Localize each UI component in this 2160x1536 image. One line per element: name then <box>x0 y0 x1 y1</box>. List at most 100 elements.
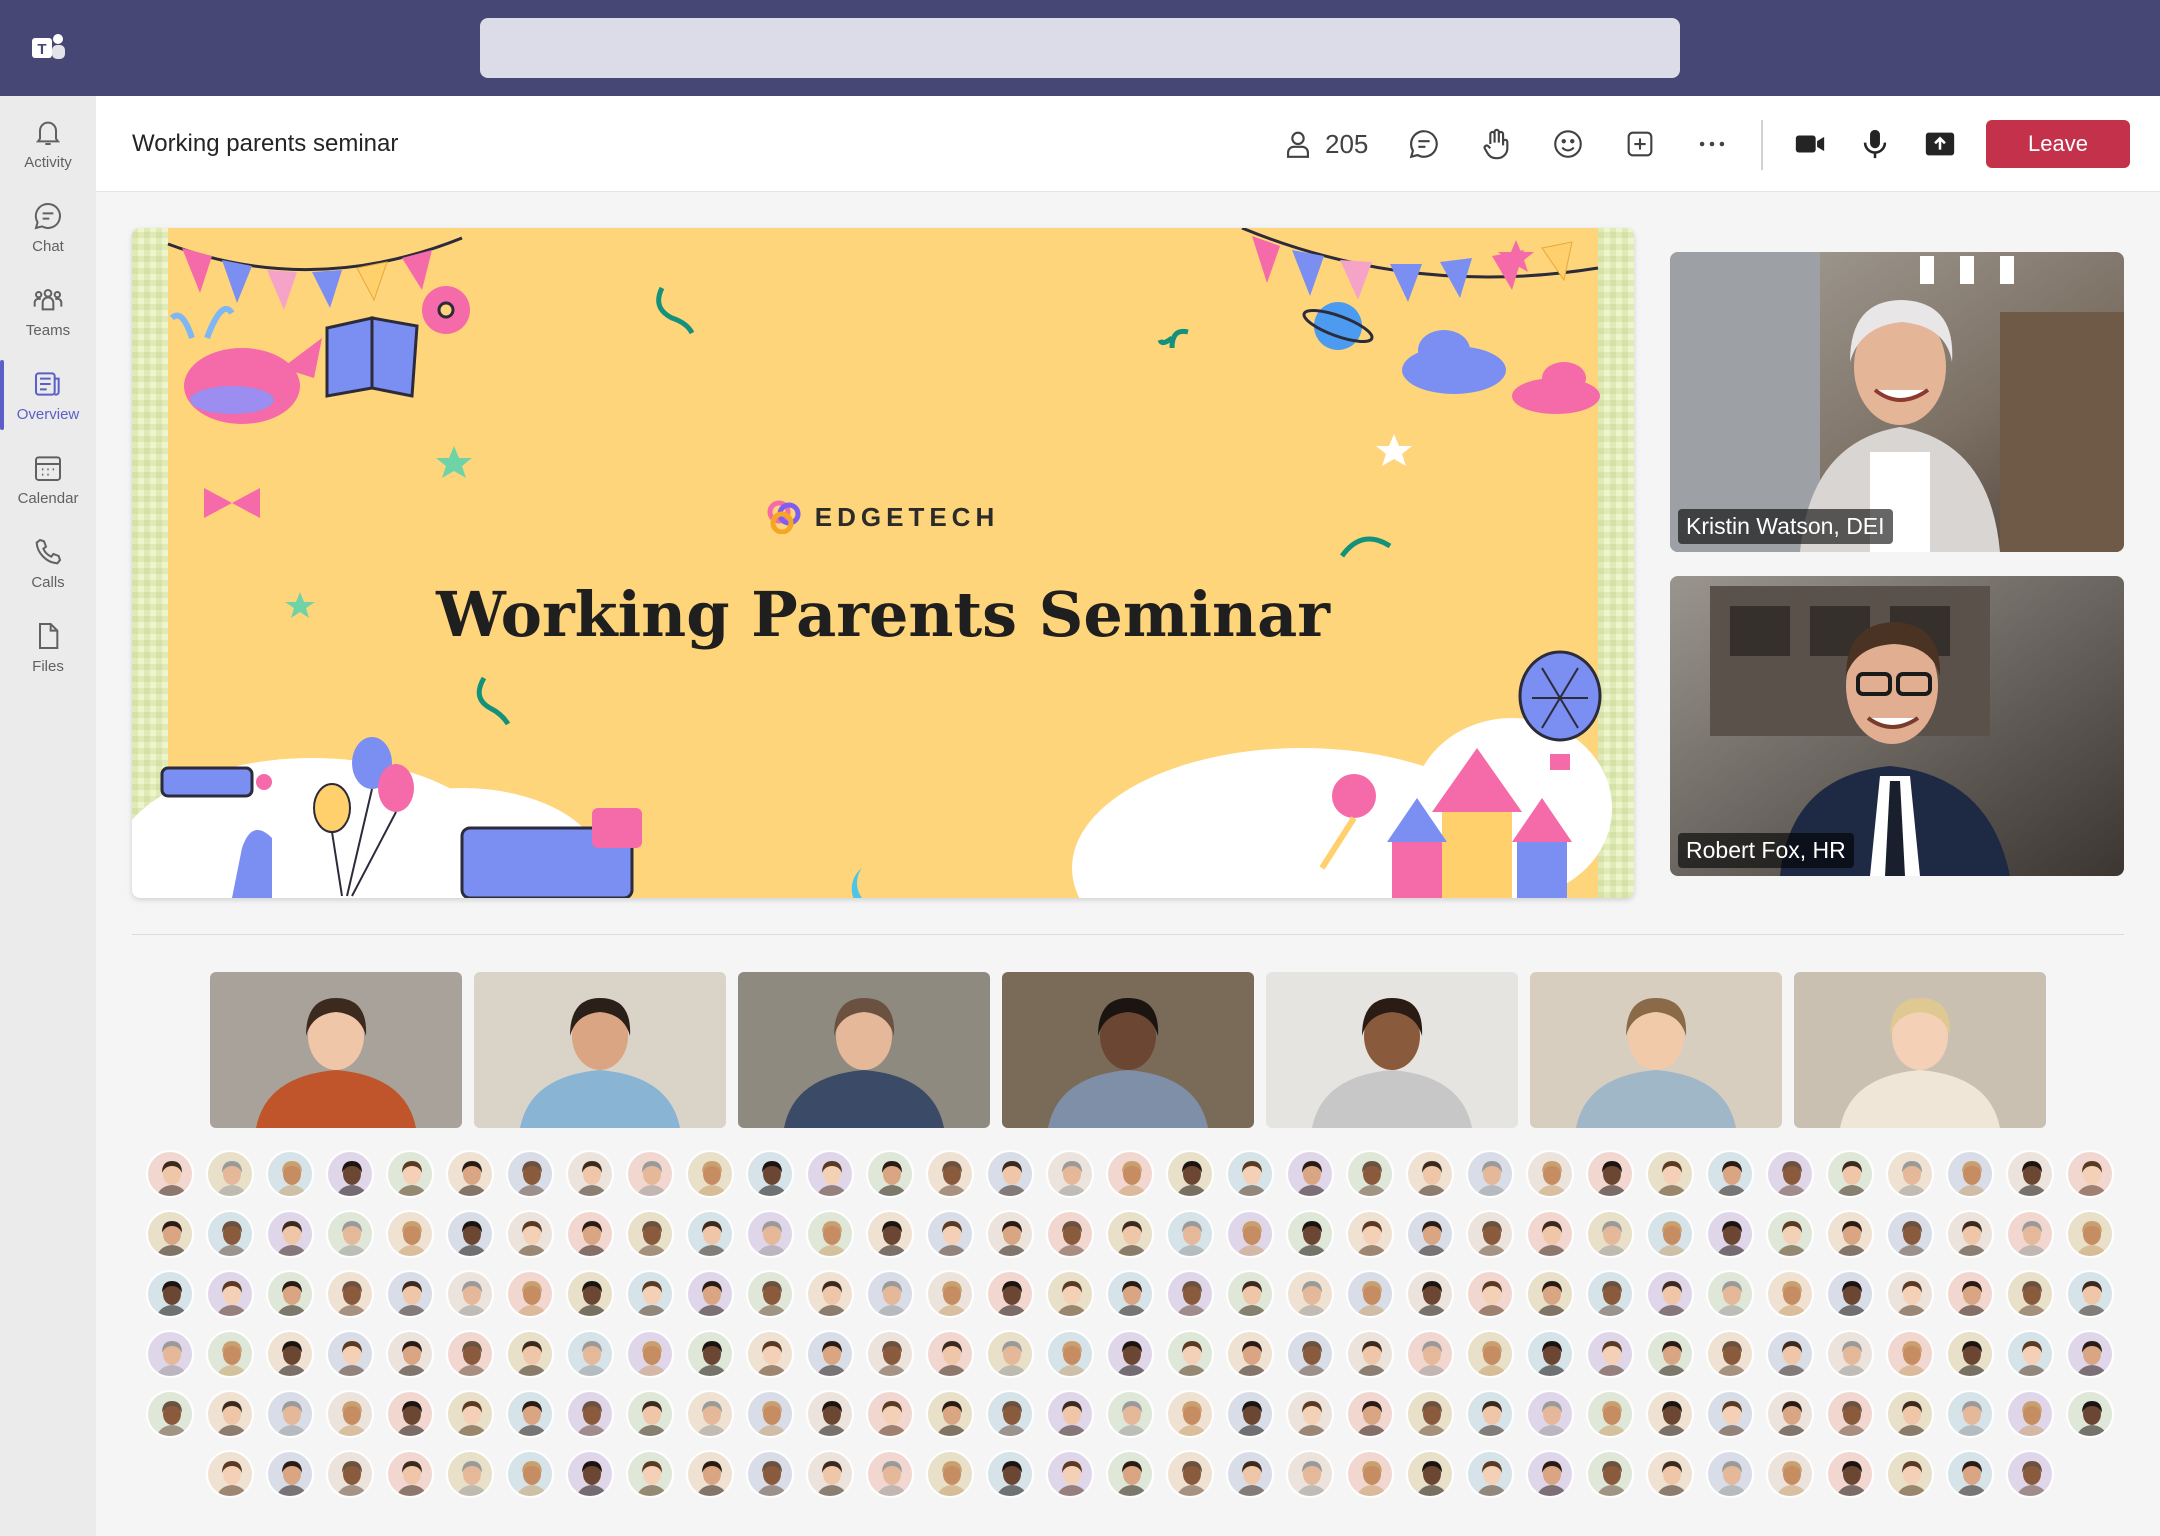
participant-avatar[interactable] <box>986 1150 1034 1198</box>
participant-avatar[interactable] <box>986 1330 1034 1378</box>
participant-avatar[interactable] <box>926 1270 974 1318</box>
participant-avatar[interactable] <box>686 1450 734 1498</box>
participant-avatar[interactable] <box>2066 1270 2114 1318</box>
participant-avatar[interactable] <box>2006 1390 2054 1438</box>
participant-avatar[interactable] <box>326 1150 374 1198</box>
participant-avatar[interactable] <box>1286 1150 1334 1198</box>
participant-avatar[interactable] <box>1526 1150 1574 1198</box>
participant-avatar[interactable] <box>266 1210 314 1258</box>
participant-avatar[interactable] <box>206 1450 254 1498</box>
participant-avatar[interactable] <box>1946 1210 1994 1258</box>
participant-avatar[interactable] <box>686 1210 734 1258</box>
participant-avatar[interactable] <box>1766 1270 1814 1318</box>
participant-avatar[interactable] <box>506 1210 554 1258</box>
participant-avatar[interactable] <box>1466 1390 1514 1438</box>
participant-avatar[interactable] <box>1106 1450 1154 1498</box>
participant-avatar[interactable] <box>566 1270 614 1318</box>
participant-avatar[interactable] <box>1046 1450 1094 1498</box>
participant-avatar[interactable] <box>1586 1330 1634 1378</box>
participant-avatar[interactable] <box>326 1450 374 1498</box>
participant-avatar[interactable] <box>986 1450 1034 1498</box>
participant-avatar[interactable] <box>446 1210 494 1258</box>
participant-avatar[interactable] <box>506 1390 554 1438</box>
participant-avatar[interactable] <box>206 1210 254 1258</box>
participant-avatar[interactable] <box>1046 1270 1094 1318</box>
participant-avatar[interactable] <box>1886 1210 1934 1258</box>
participant-avatar[interactable] <box>1406 1450 1454 1498</box>
participant-avatar[interactable] <box>1706 1270 1754 1318</box>
participant-avatar[interactable] <box>1106 1390 1154 1438</box>
participant-avatar[interactable] <box>686 1150 734 1198</box>
participant-avatar[interactable] <box>626 1210 674 1258</box>
participant-avatar[interactable] <box>1046 1390 1094 1438</box>
participant-avatar[interactable] <box>446 1390 494 1438</box>
participant-avatar[interactable] <box>1826 1390 1874 1438</box>
rail-item-files[interactable]: Files <box>0 606 96 688</box>
participant-avatar[interactable] <box>386 1330 434 1378</box>
participant-avatar[interactable] <box>1466 1330 1514 1378</box>
participant-avatar[interactable] <box>1646 1330 1694 1378</box>
participant-avatar[interactable] <box>2006 1150 2054 1198</box>
participant-avatar[interactable] <box>746 1390 794 1438</box>
participant-avatar[interactable] <box>1526 1390 1574 1438</box>
participant-avatar[interactable] <box>1706 1390 1754 1438</box>
participant-avatar[interactable] <box>1886 1150 1934 1198</box>
rail-item-chat[interactable]: Chat <box>0 186 96 268</box>
raise-hand-button[interactable] <box>1472 120 1520 168</box>
participant-avatar[interactable] <box>1346 1450 1394 1498</box>
participant-avatar[interactable] <box>746 1330 794 1378</box>
participant-avatar[interactable] <box>146 1270 194 1318</box>
participant-avatar[interactable] <box>1166 1390 1214 1438</box>
teams-logo-icon[interactable]: T <box>28 30 68 66</box>
participant-avatar[interactable] <box>386 1150 434 1198</box>
participant-avatar[interactable] <box>686 1390 734 1438</box>
participant-avatar[interactable] <box>146 1210 194 1258</box>
participant-avatar[interactable] <box>1046 1210 1094 1258</box>
apps-button[interactable] <box>1616 120 1664 168</box>
participant-avatar[interactable] <box>1226 1330 1274 1378</box>
participant-avatar[interactable] <box>926 1330 974 1378</box>
participant-avatar[interactable] <box>806 1450 854 1498</box>
participant-avatar[interactable] <box>326 1330 374 1378</box>
participant-avatar[interactable] <box>566 1330 614 1378</box>
participant-avatar[interactable] <box>1886 1450 1934 1498</box>
participant-avatar[interactable] <box>1646 1210 1694 1258</box>
participant-avatar[interactable] <box>1826 1330 1874 1378</box>
participant-avatar[interactable] <box>146 1330 194 1378</box>
participant-avatar[interactable] <box>866 1450 914 1498</box>
participant-avatar[interactable] <box>1586 1390 1634 1438</box>
participant-avatar[interactable] <box>1346 1330 1394 1378</box>
participant-avatar[interactable] <box>1886 1270 1934 1318</box>
participant-avatar[interactable] <box>326 1270 374 1318</box>
participant-avatar[interactable] <box>1946 1150 1994 1198</box>
participant-avatar[interactable] <box>866 1210 914 1258</box>
participant-avatar[interactable] <box>1346 1210 1394 1258</box>
participant-avatar[interactable] <box>1346 1150 1394 1198</box>
participant-avatar[interactable] <box>1406 1270 1454 1318</box>
participant-video-tile[interactable] <box>1530 972 1782 1128</box>
search-input[interactable] <box>480 18 1680 78</box>
participant-avatar[interactable] <box>1466 1150 1514 1198</box>
rail-item-teams[interactable]: Teams <box>0 270 96 352</box>
participant-avatar[interactable] <box>1946 1390 1994 1438</box>
participant-avatar[interactable] <box>206 1270 254 1318</box>
reactions-button[interactable] <box>1544 120 1592 168</box>
participant-avatar[interactable] <box>1046 1150 1094 1198</box>
participant-avatar[interactable] <box>2006 1210 2054 1258</box>
participant-avatar[interactable] <box>566 1390 614 1438</box>
participant-avatar[interactable] <box>1106 1270 1154 1318</box>
participant-avatar[interactable] <box>866 1150 914 1198</box>
participant-avatar[interactable] <box>1646 1270 1694 1318</box>
participant-avatar[interactable] <box>746 1150 794 1198</box>
participant-avatar[interactable] <box>746 1210 794 1258</box>
participant-avatar[interactable] <box>2066 1330 2114 1378</box>
participant-avatar[interactable] <box>206 1390 254 1438</box>
participant-avatar[interactable] <box>1166 1450 1214 1498</box>
participant-avatar[interactable] <box>1406 1150 1454 1198</box>
participant-avatar[interactable] <box>626 1330 674 1378</box>
participant-avatar[interactable] <box>626 1450 674 1498</box>
participant-avatar[interactable] <box>1826 1210 1874 1258</box>
participant-avatar[interactable] <box>506 1330 554 1378</box>
more-options-button[interactable] <box>1688 120 1736 168</box>
participant-avatar[interactable] <box>1526 1330 1574 1378</box>
